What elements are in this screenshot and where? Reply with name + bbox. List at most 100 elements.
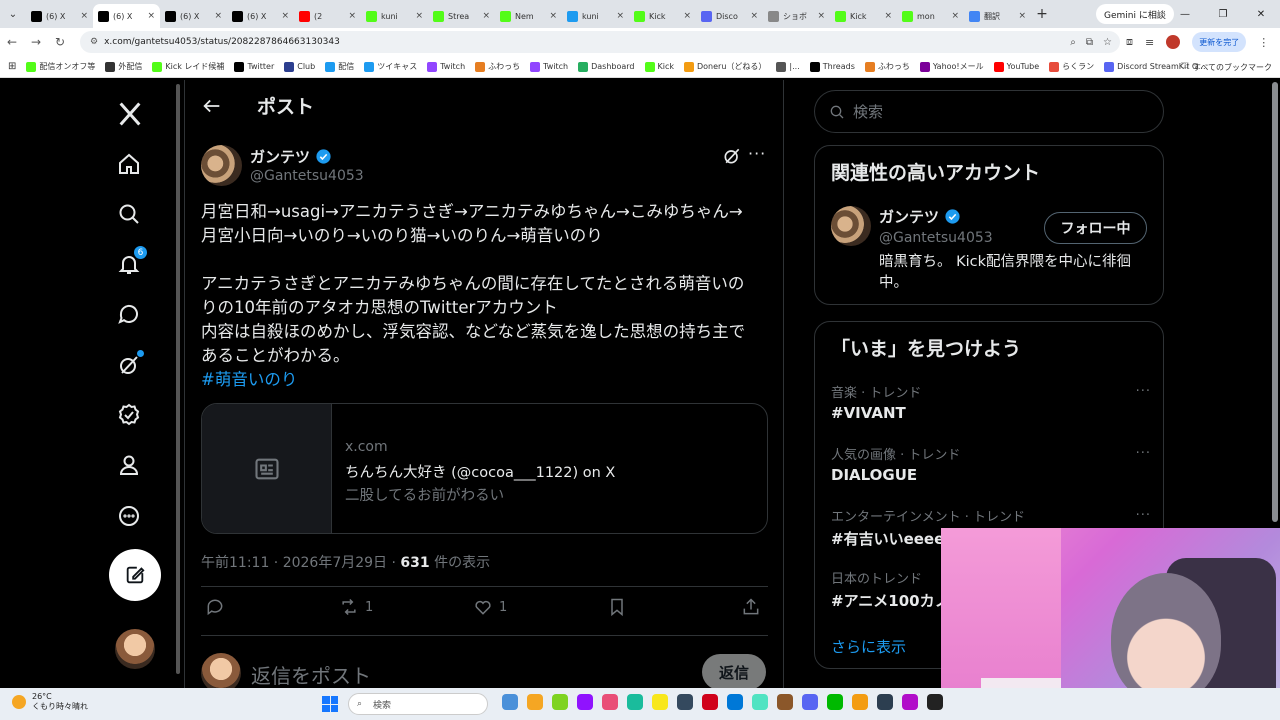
bookmark-item[interactable]: Twitter (234, 61, 274, 72)
author-handle[interactable]: @Gantetsu4053 (250, 168, 364, 184)
messages-icon[interactable] (114, 299, 144, 329)
gemini-button[interactable]: Gemini に相談 (1096, 4, 1174, 24)
post-timestamp[interactable]: 午前11:11 · 2026年7月29日 · (201, 555, 400, 571)
all-bookmarks-button[interactable]: 🗀 すべてのブックマーク (1181, 56, 1272, 77)
minimize-icon[interactable]: — (1166, 0, 1204, 28)
taskbar-app-icon[interactable] (727, 694, 743, 710)
bookmark-item[interactable]: Threads (809, 61, 855, 72)
zoom-icon[interactable]: ⌕ (1070, 37, 1076, 48)
bookmark-item[interactable]: 配信 (325, 61, 354, 72)
browser-tab[interactable]: Strea × (428, 4, 495, 28)
profile-avatar[interactable] (1166, 35, 1181, 49)
taskbar-app-icon[interactable] (877, 694, 893, 710)
explore-search-icon[interactable] (114, 199, 144, 229)
browser-tab[interactable]: kuni × (361, 4, 428, 28)
site-info-icon[interactable]: ⚙ (90, 37, 98, 47)
page-scrollbar[interactable] (1272, 82, 1278, 522)
extensions-icon[interactable]: ⧈ (1126, 35, 1133, 49)
browser-tab[interactable]: (6) X × (93, 4, 160, 28)
bookmark-item[interactable]: Dashboard (578, 61, 635, 72)
browser-tab[interactable]: (6) X × (227, 4, 294, 28)
account-avatar[interactable] (115, 629, 155, 669)
new-tab-button[interactable]: + (1031, 0, 1053, 28)
reply-input[interactable]: 返信をポスト (251, 660, 371, 688)
forward-icon[interactable]: → (24, 28, 48, 56)
install-app-icon[interactable]: ⧉ (1086, 37, 1093, 48)
bookmark-item[interactable]: ツイキャス (364, 61, 417, 72)
browser-tab[interactable]: 翻訳 × (964, 4, 1031, 28)
profile-icon[interactable] (114, 450, 144, 480)
close-window-icon[interactable]: ✕ (1242, 0, 1280, 28)
taskbar-search[interactable]: ⌕ 検索 (348, 693, 488, 715)
premium-verified-icon[interactable] (114, 400, 144, 430)
grok-explain-icon[interactable] (722, 146, 742, 166)
browser-tab[interactable]: Disco × (696, 4, 763, 28)
share-button[interactable] (741, 597, 761, 617)
tab-close-icon[interactable]: × (415, 11, 423, 21)
repost-button[interactable]: 1 (339, 597, 373, 617)
tab-close-icon[interactable]: × (1018, 11, 1026, 21)
tab-close-icon[interactable]: × (80, 11, 88, 21)
tab-close-icon[interactable]: × (147, 11, 155, 21)
home-icon[interactable] (114, 149, 144, 179)
tab-close-icon[interactable]: × (817, 11, 825, 21)
tab-search-icon[interactable]: ⌄ (0, 0, 26, 28)
compose-post-button[interactable] (109, 549, 161, 601)
trend-item[interactable]: 音楽 · トレンド #VIVANT ··· (831, 382, 1151, 422)
taskbar-app-icon[interactable] (702, 694, 718, 710)
bookmark-item[interactable]: ふわっち (864, 61, 910, 72)
notifications-icon[interactable]: 6 (114, 245, 148, 279)
browser-tab[interactable]: Kick × (629, 4, 696, 28)
bookmark-item[interactable]: YouTube (993, 61, 1039, 72)
taskbar-app-icon[interactable] (752, 694, 768, 710)
tab-close-icon[interactable]: × (549, 11, 557, 21)
trend-more-icon[interactable]: ··· (1136, 384, 1151, 399)
bookmark-item[interactable]: Twitch (530, 61, 568, 72)
hashtag-link[interactable]: #萌音いのり (201, 368, 767, 392)
bookmark-button[interactable] (607, 597, 627, 617)
media-icon[interactable]: ≡ (1145, 36, 1154, 49)
grok-icon[interactable] (114, 350, 144, 380)
x-logo-icon[interactable] (110, 94, 150, 134)
browser-tab[interactable]: (2 × (294, 4, 361, 28)
taskbar-app-icon[interactable] (577, 694, 593, 710)
taskbar-app-icon[interactable] (802, 694, 818, 710)
related-handle[interactable]: @Gantetsu4053 (879, 230, 993, 246)
post-more-icon[interactable]: ··· (748, 144, 770, 166)
bookmark-item[interactable]: Twitch (427, 61, 465, 72)
left-scrollbar[interactable] (176, 84, 180, 674)
taskbar-app-icon[interactable] (827, 694, 843, 710)
taskbar-app-icon[interactable] (777, 694, 793, 710)
link-preview-card[interactable]: x.com ちんちん大好き (@cocoa___1122) on X 二股してる… (201, 403, 768, 534)
menu-icon[interactable]: ⋮ (1258, 36, 1269, 49)
taskbar-app-icon[interactable] (502, 694, 518, 710)
url-bar[interactable]: ⚙ x.com/gantetsu4053/status/208228786466… (80, 31, 1120, 53)
tab-close-icon[interactable]: × (214, 11, 222, 21)
browser-tab[interactable]: (6) X × (26, 4, 93, 28)
browser-tab[interactable]: mon × (897, 4, 964, 28)
bookmark-star-icon[interactable]: ☆ (1103, 37, 1112, 48)
update-button[interactable]: 更新を完了 (1192, 32, 1247, 52)
trend-more-icon[interactable]: ··· (1136, 446, 1151, 461)
taskbar-app-icon[interactable] (677, 694, 693, 710)
bookmark-item[interactable]: Yahoo!メール (919, 61, 984, 72)
bookmark-item[interactable]: Kick レイド候補 (152, 61, 224, 72)
following-button[interactable]: フォロー中 (1044, 212, 1147, 244)
browser-tab[interactable]: Nem × (495, 4, 562, 28)
browser-tab[interactable]: kuni × (562, 4, 629, 28)
tab-close-icon[interactable]: × (281, 11, 289, 21)
trend-more-icon[interactable]: ··· (1136, 508, 1151, 523)
taskbar-app-icon[interactable] (627, 694, 643, 710)
related-avatar[interactable] (831, 206, 871, 246)
bookmark-item[interactable]: |... (776, 61, 800, 72)
back-arrow-icon[interactable] (201, 95, 223, 117)
more-circle-icon[interactable] (114, 501, 144, 531)
tab-close-icon[interactable]: × (683, 11, 691, 21)
like-button[interactable]: 1 (473, 597, 507, 617)
reply-button[interactable] (205, 597, 225, 617)
trend-item[interactable]: 人気の画像 · トレンド DIALOGUE ··· (831, 444, 1151, 484)
browser-tab[interactable]: Kick × (830, 4, 897, 28)
show-more-link[interactable]: さらに表示 (831, 636, 906, 657)
tab-close-icon[interactable]: × (482, 11, 490, 21)
taskbar-app-icon[interactable] (902, 694, 918, 710)
